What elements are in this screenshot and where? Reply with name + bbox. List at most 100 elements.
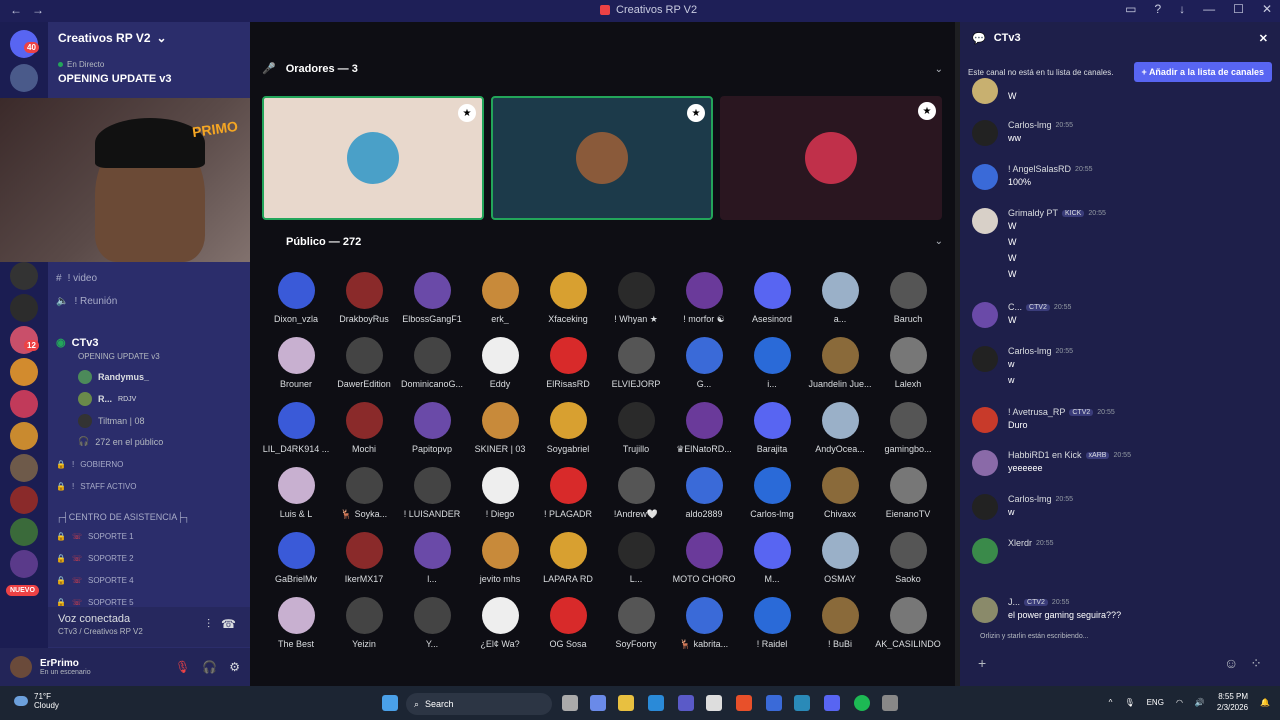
chat-message[interactable]: Xlerdr 20:55 — [972, 538, 1272, 564]
audience-member[interactable]: aldo2889 — [670, 467, 738, 519]
audience-member[interactable]: MOTO CHORO — [670, 532, 738, 584]
disconnect-icon[interactable]: ☎ — [221, 617, 236, 631]
audience-member[interactable]: DominicanoG... — [398, 337, 466, 389]
chat-message[interactable]: J... CTV2 20:55 el power gaming seguira??? — [972, 597, 1272, 623]
author-name[interactable]: ! AngelSalasRD — [1008, 164, 1071, 174]
discord-icon[interactable] — [824, 695, 840, 711]
chevron-up-icon[interactable]: ^ — [1109, 698, 1113, 707]
chat-message[interactable]: Carlos-lmg20:55 ww — [972, 346, 1272, 388]
channel-soporte-4[interactable]: 🔒 ☏ SOPORTE 4 — [56, 576, 246, 585]
audience-member[interactable]: Chivaxx — [806, 467, 874, 519]
soundboard-icon[interactable]: ⫶ — [207, 617, 210, 632]
category-asistencia[interactable]: ┌┤CENTRO DE ASISTENCIA├┐ — [56, 512, 246, 522]
add-icon[interactable]: + — [978, 655, 986, 671]
speaker-tile[interactable]: ★ — [262, 96, 484, 220]
close-window-button[interactable]: ✕ — [1262, 2, 1272, 16]
audience-member[interactable]: Papitopvp — [398, 402, 466, 454]
add-channel-button[interactable]: + Añadir a la lista de canales — [1133, 62, 1272, 82]
server-icon[interactable] — [10, 358, 38, 386]
stage-user[interactable]: Randymus_ — [78, 370, 149, 384]
speaker-tile[interactable]: ★ — [720, 96, 942, 220]
wifi-icon[interactable]: ◠ — [1176, 698, 1183, 707]
author-name[interactable]: Carlos-lmg — [1008, 494, 1052, 504]
chevron-down-icon[interactable]: ⌄ — [935, 64, 943, 75]
author-name[interactable]: HabbiRD1 en Kick — [1008, 450, 1082, 460]
message-composer[interactable]: + ☺ ⁘ — [968, 648, 1272, 678]
audience-member[interactable]: AK_CASILINDO — [874, 597, 942, 649]
live-event-card[interactable]: En Directo OPENING UPDATE v3 — [52, 56, 246, 100]
mic-muted-icon[interactable]: 🎙 — [175, 660, 190, 674]
audience-member[interactable]: erk_ — [466, 272, 534, 324]
author-name[interactable]: Carlos-lmg — [1008, 346, 1052, 356]
audience-member[interactable]: ! Whyan ★ — [602, 272, 670, 325]
audience-member[interactable]: Lalexh — [874, 337, 942, 389]
audience-member[interactable]: DrakboyRus — [330, 272, 398, 324]
server-icon[interactable] — [10, 294, 38, 322]
apps-icon[interactable]: ⁘ — [1250, 655, 1262, 672]
avatar[interactable] — [972, 120, 998, 146]
chat-message[interactable]: Carlos-lmg20:55 ww — [972, 120, 1272, 146]
audience-member[interactable]: Baruch — [874, 272, 942, 324]
channel-reunion[interactable]: 🔈 ! Reunión — [56, 296, 246, 307]
audience-member[interactable]: Juandelin Jue... — [806, 337, 874, 389]
notification-bell-icon[interactable]: 🔔 — [1260, 698, 1270, 707]
server-header[interactable]: Creativos RP V2 ⌄ — [48, 22, 250, 54]
server-icon[interactable] — [10, 64, 38, 92]
author-name[interactable]: C... — [1008, 302, 1022, 312]
server-icon[interactable] — [10, 518, 38, 546]
audience-member[interactable]: Mochi — [330, 402, 398, 454]
chat-message[interactable]: Grimaldy PT KICK 20:55 W W W W — [972, 208, 1272, 282]
avatar[interactable] — [972, 78, 998, 104]
chat-message[interactable]: Carlos-lmg 20:55 w — [972, 494, 1272, 520]
spotify-icon[interactable] — [854, 695, 870, 711]
audience-member[interactable]: EienanoTV — [874, 467, 942, 519]
audience-member[interactable]: LAPARA RD — [534, 532, 602, 584]
voice-location[interactable]: CTv3 / Creativos RP V2 — [58, 627, 240, 636]
audience-member[interactable]: Barajita — [738, 402, 806, 454]
chat-message[interactable]: HabbiRD1 en Kick xARB 20:55 yeeeeee — [972, 450, 1272, 476]
audience-member[interactable]: ! BuBi — [806, 597, 874, 649]
file-explorer-icon[interactable] — [618, 695, 634, 711]
audience-member[interactable]: 🦌 Soyka... — [330, 467, 398, 520]
mail-icon[interactable] — [766, 695, 782, 711]
audience-member[interactable]: ! Diego — [466, 467, 534, 519]
avatar[interactable] — [972, 597, 998, 623]
store-icon[interactable] — [706, 695, 722, 711]
weather-widget[interactable]: 71°F Cloudy — [14, 692, 59, 710]
audience-member[interactable]: ELVIEJORP — [602, 337, 670, 389]
server-icon[interactable] — [10, 422, 38, 450]
windows-start-icon[interactable] — [382, 695, 398, 711]
audience-member[interactable]: DawerEdition — [330, 337, 398, 389]
audience-member[interactable]: ¿El¢ Wa? — [466, 597, 534, 649]
volume-icon[interactable]: 🔊 — [1195, 698, 1205, 707]
edge-icon[interactable] — [648, 695, 664, 711]
forward-arrow-icon[interactable]: → — [32, 3, 44, 17]
app-icon[interactable] — [882, 695, 898, 711]
server-icon[interactable] — [10, 390, 38, 418]
back-arrow-icon[interactable]: ← — [10, 3, 22, 17]
avatar[interactable] — [972, 208, 998, 234]
audience-member[interactable]: Soygabriel — [534, 402, 602, 454]
server-icon[interactable] — [10, 550, 38, 578]
audience-member[interactable]: Eddy — [466, 337, 534, 389]
app-icon[interactable] — [678, 695, 694, 711]
chat-message[interactable]: W — [972, 78, 1272, 104]
avatar[interactable] — [972, 407, 998, 433]
avatar[interactable] — [972, 164, 998, 190]
audience-member[interactable]: Brouner — [262, 337, 330, 389]
audience-member[interactable]: Asesinord — [738, 272, 806, 324]
maximize-button[interactable]: ☐ — [1233, 2, 1244, 16]
avatar[interactable] — [972, 346, 998, 372]
avatar[interactable] — [10, 656, 32, 678]
audience-member[interactable]: ElRisasRD — [534, 337, 602, 389]
headphones-icon[interactable]: 🎧 — [202, 660, 217, 674]
avatar[interactable] — [972, 302, 998, 328]
speaker-tile[interactable]: ★ — [491, 96, 713, 220]
server-icon[interactable] — [10, 454, 38, 482]
audience-member[interactable]: ! morfor ☯ — [670, 272, 738, 325]
stage-channel-ctv3[interactable]: ◉ CTv3 — [56, 336, 246, 350]
audience-member[interactable]: ! LUISANDER — [398, 467, 466, 519]
stage-user[interactable]: R... RDJV — [78, 392, 136, 406]
audience-member[interactable]: ! PLAGADR — [534, 467, 602, 519]
close-icon[interactable]: ✕ — [1259, 32, 1268, 45]
